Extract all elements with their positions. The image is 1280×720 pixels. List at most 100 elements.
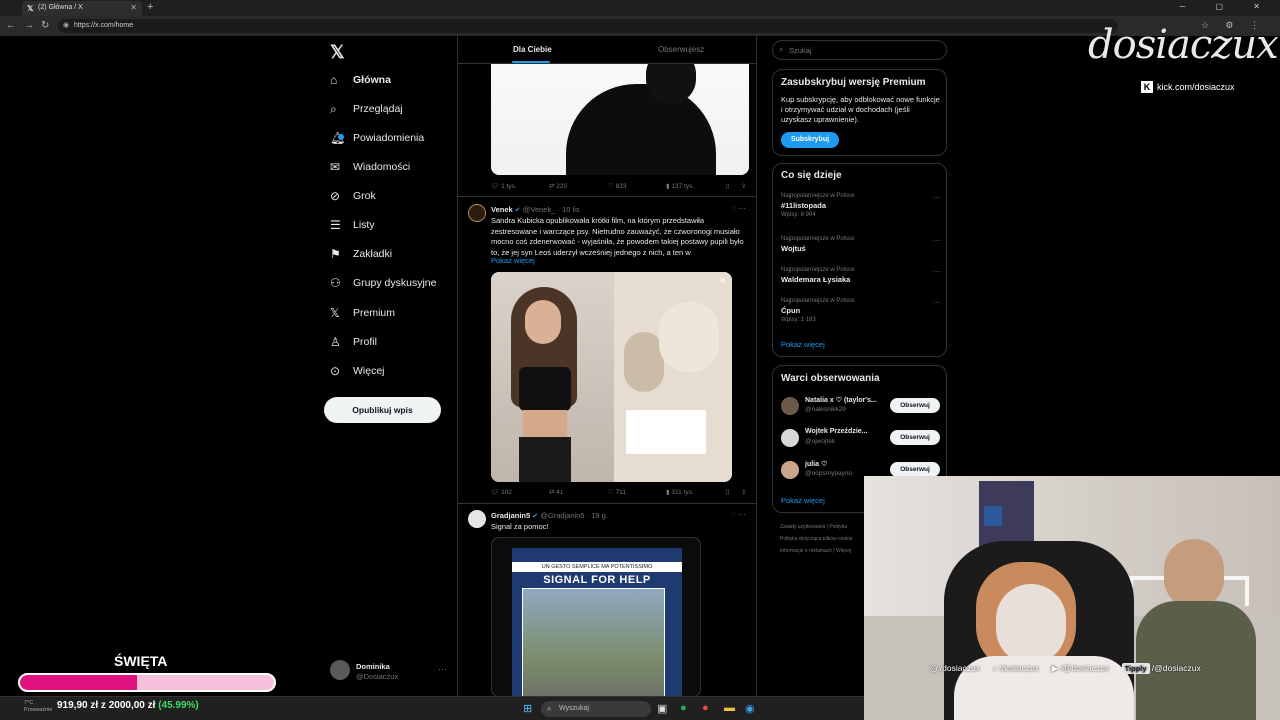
kick-icon: K [1141, 81, 1153, 93]
trend-item[interactable]: Najpopularniejsze w Polsce Ćpun Wpisy: 1 1… [781, 298, 941, 323]
suggested-user-handle[interactable]: @nalesnikk29 [805, 406, 846, 413]
weather-widget[interactable]: 7°C Przeważnie [24, 700, 52, 714]
nav-item-grupy-dyskusyjne[interactable]: ⚇ Grupy dyskusyjne [330, 271, 436, 295]
tweet-image[interactable]: ✕ [491, 272, 732, 482]
author-handle[interactable]: @Gradjanin5 [540, 511, 584, 520]
more-icon[interactable]: ◌ ··· [731, 510, 746, 519]
author-name[interactable]: Gradjanin5 [491, 511, 530, 520]
forward-icon[interactable]: → [24, 20, 34, 31]
nav-item-grok[interactable]: ⊘ Grok [330, 184, 376, 208]
app-icon[interactable]: ● [702, 702, 709, 714]
trend-item[interactable]: Najpopularniejsze w Polsce Waldemara Łysi… [781, 267, 941, 284]
edge-browser-icon[interactable]: ◉ [745, 702, 755, 715]
site-info-icon[interactable]: ◉ [63, 21, 69, 29]
timeline-tabs: Dla Ciebie Obserwujesz [458, 36, 756, 64]
file-explorer-icon[interactable]: ▬ [724, 702, 735, 714]
taskbar-search[interactable]: ⌕ Wyszukaj [541, 701, 651, 717]
footer-link[interactable]: Polityka [829, 524, 847, 530]
avatar[interactable] [781, 461, 799, 479]
nav-item-wiadomości[interactable]: ✉ Wiadomości [330, 155, 410, 179]
share-icon[interactable]: ⇪ [741, 182, 746, 190]
avatar[interactable] [781, 429, 799, 447]
suggested-user-handle[interactable]: @ojwojtek [805, 438, 835, 445]
home-icon: ⌂ [330, 73, 338, 87]
tweet-image[interactable]: UN GESTO SEMPLICE MA POTENTISSIMO SIGNAL… [491, 537, 701, 696]
share-icon[interactable]: ⇪ [741, 488, 746, 496]
footer-link[interactable]: Zasady użytkowania [780, 524, 825, 530]
trends-show-more[interactable]: Pokaż więcej [781, 340, 825, 349]
communities-icon: ⚇ [330, 276, 341, 290]
weather-temp: 7°C [24, 700, 34, 706]
tab-for-you[interactable]: Dla Ciebie [513, 45, 552, 54]
back-icon[interactable]: ← [6, 20, 16, 31]
nav-item-premium[interactable]: 𝕏 Premium [330, 301, 395, 325]
reply-button[interactable]: 💬︎ 102 [491, 488, 512, 496]
address-bar[interactable]: ◉ https://x.com/home [58, 19, 1118, 33]
who-to-follow-show-more[interactable]: Pokaż więcej [781, 496, 825, 505]
like-button[interactable]: ♡ 711 [608, 488, 626, 496]
window-controls[interactable]: ─ ▢ ✕ [1180, 2, 1274, 11]
suggested-user-name[interactable]: julia ♡ [805, 460, 827, 468]
show-more-link[interactable]: Pokaż więcej [491, 256, 535, 265]
tab-following[interactable]: Obserwujesz [658, 45, 704, 54]
repost-button[interactable]: ⇄ 220 [549, 182, 567, 190]
premium-text: Kup subskrypcję, aby odblokować nowe fun… [781, 95, 940, 124]
browser-tab[interactable]: 𝕏 (2) Główna / X ✕ [22, 1, 142, 16]
nav-item-zakładki[interactable]: ⚑ Zakładki [330, 242, 392, 266]
search-input[interactable]: ⌕ Szukaj [772, 40, 947, 60]
verified-icon: ✔ [532, 513, 539, 520]
tweet-time[interactable]: · 19 g. [587, 511, 608, 520]
tipply-handle: Tipply /@dosiaczux [1121, 663, 1201, 674]
footer-link[interactable]: Polityka dotycząca plików cookie [780, 536, 853, 542]
follow-button[interactable]: Obserwuj [890, 398, 940, 413]
nav-item-powiadomienia[interactable]: 🔔︎Powiadomienia [330, 126, 424, 150]
footer-link[interactable]: Więcej [836, 548, 851, 554]
nav-item-główna[interactable]: ⌂ Główna [330, 68, 391, 92]
url-text: https://x.com/home [74, 22, 134, 29]
avatar[interactable] [468, 510, 486, 528]
nav-item-więcej[interactable]: ⊙ Więcej [330, 359, 385, 383]
follow-button[interactable]: Obserwuj [890, 430, 940, 445]
views-button[interactable]: ▮ 137 tys. [666, 182, 694, 190]
more-icon[interactable]: ··· [933, 193, 941, 202]
views-button[interactable]: ▮ 311 tys. [666, 488, 694, 496]
more-icon[interactable]: ··· [933, 236, 941, 245]
avatar[interactable] [468, 204, 486, 222]
author-name[interactable]: Venek [491, 205, 513, 214]
reload-icon[interactable]: ↻ [41, 20, 49, 31]
task-view-icon[interactable]: ▣ [657, 702, 667, 715]
windows-start-icon[interactable]: ⊞ [523, 702, 532, 715]
suggested-user-name[interactable]: Natalia x ♡ (taylor's... [805, 396, 877, 404]
footer-link[interactable]: Informacje o reklamach [780, 548, 832, 554]
nav-item-przeglądaj[interactable]: ⌕ Przeglądaj [330, 97, 403, 121]
new-tab-button[interactable]: + [147, 1, 153, 13]
repost-count: 41 [556, 489, 564, 496]
tweet-image[interactable] [491, 64, 749, 175]
suggested-user-name[interactable]: Wojtek Przeździe... [805, 428, 868, 435]
instagram-handle: ◎ /dosiaczux [930, 663, 980, 673]
follow-button[interactable]: Obserwuj [890, 462, 940, 477]
nav-item-label: Premium [353, 307, 396, 319]
trend-item[interactable]: Najpopularniejsze w Polsce #11listopada Wp… [781, 193, 941, 218]
more-icon[interactable]: ··· [438, 664, 447, 674]
post-button[interactable]: Opublikuj wpis [324, 397, 441, 423]
nav-item-listy[interactable]: ☰ Listy [330, 213, 375, 237]
tweet-time[interactable]: · 10 lis [557, 205, 579, 214]
like-button[interactable]: ♡ 833 [608, 182, 627, 190]
more-icon[interactable]: ◌ ··· [731, 204, 746, 213]
bookmark-icon[interactable]: ▯ [726, 488, 730, 496]
reply-button[interactable]: 💬︎ 1 tys. [491, 182, 517, 190]
more-icon[interactable]: ··· [933, 298, 941, 307]
avatar[interactable] [781, 397, 799, 415]
nav-item-profil[interactable]: ♙ Profil [330, 330, 377, 354]
x-logo-icon[interactable]: 𝕏 [330, 42, 345, 63]
more-icon[interactable]: ··· [933, 267, 941, 276]
close-tab-icon[interactable]: ✕ [130, 3, 137, 12]
subscribe-button[interactable]: Subskrybuj [781, 132, 839, 148]
trend-item[interactable]: Najpopularniejsze w Polsce Wojtuś ··· [781, 236, 941, 253]
suggested-user-handle[interactable]: @oopsmypayno [805, 470, 852, 477]
author-handle[interactable]: @Venek_ [523, 205, 556, 214]
repost-button[interactable]: ⇄ 41 [549, 488, 564, 496]
bookmark-icon[interactable]: ▯ [726, 182, 730, 190]
spotify-icon[interactable]: ● [680, 702, 687, 714]
